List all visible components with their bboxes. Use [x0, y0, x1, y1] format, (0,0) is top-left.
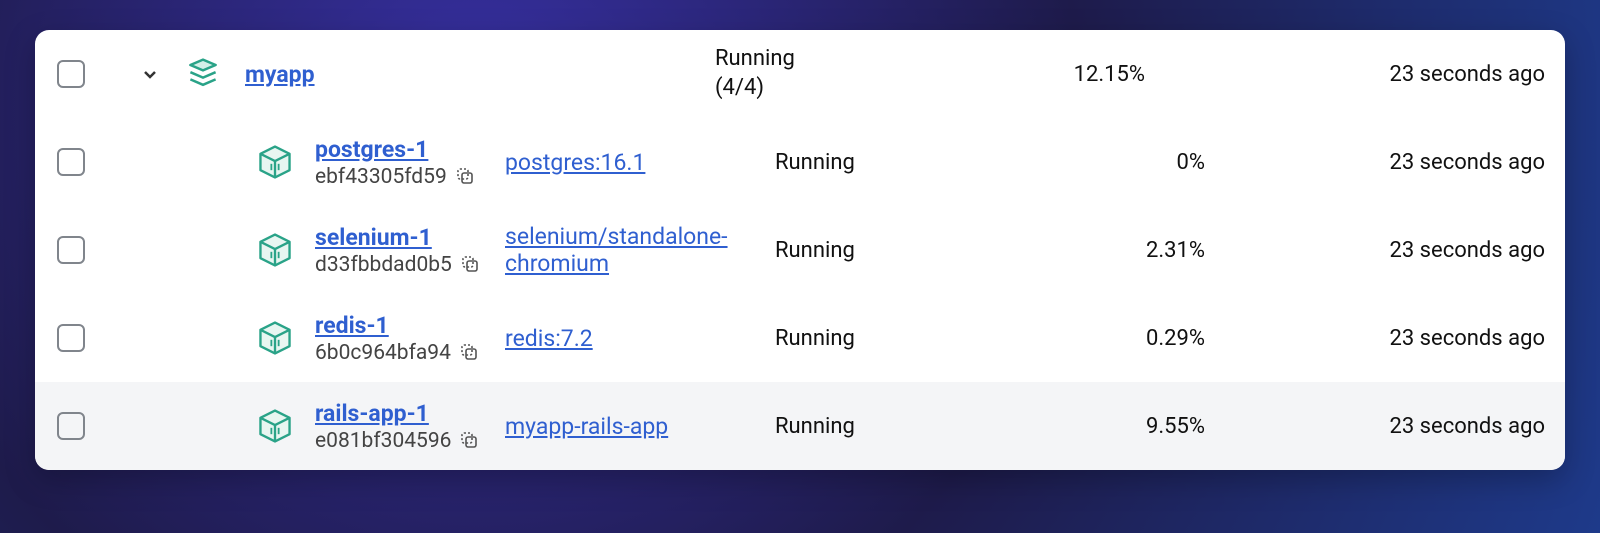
image-link[interactable]: postgres:16.1 — [505, 149, 645, 176]
copy-icon[interactable] — [460, 254, 482, 276]
container-row[interactable]: postgres-1 ebf43305fd59 postgres:16.1 Ru… — [35, 118, 1565, 206]
row-checkbox[interactable] — [57, 60, 85, 88]
created-time: 23 seconds ago — [1205, 238, 1555, 263]
container-icon — [255, 230, 315, 270]
status-text: Running — [775, 150, 1005, 175]
created-time: 23 seconds ago — [1205, 414, 1555, 439]
created-time: 23 seconds ago — [1145, 62, 1555, 87]
status-line1: Running — [715, 45, 795, 74]
stack-icon — [185, 56, 245, 92]
status-text: Running — [775, 326, 1005, 351]
container-name-link[interactable]: rails-app-1 — [315, 400, 481, 427]
row-checkbox[interactable] — [57, 148, 85, 176]
container-row[interactable]: selenium-1 d33fbbdad0b5 selenium/standal… — [35, 206, 1565, 294]
container-name-link[interactable]: postgres-1 — [315, 136, 477, 163]
cpu-usage: 0.29% — [1005, 326, 1205, 351]
container-id: d33fbbdad0b5 — [315, 253, 452, 277]
chevron-down-icon[interactable] — [139, 63, 161, 85]
compose-stack-row[interactable]: myapp Running (4/4) 12.15% 23 seconds ag… — [35, 30, 1565, 118]
status-text: Running — [775, 414, 1005, 439]
container-icon — [255, 406, 315, 446]
status-text: Running — [775, 238, 1005, 263]
container-icon — [255, 142, 315, 182]
cpu-usage: 12.15% — [945, 62, 1145, 87]
cpu-usage: 9.55% — [1005, 414, 1205, 439]
copy-icon[interactable] — [459, 430, 481, 452]
container-name-link[interactable]: redis-1 — [315, 312, 481, 339]
created-time: 23 seconds ago — [1205, 150, 1555, 175]
status-line2: (4/4) — [715, 74, 795, 103]
container-id: e081bf304596 — [315, 429, 451, 453]
stack-name-link[interactable]: myapp — [245, 61, 315, 88]
container-id: ebf43305fd59 — [315, 165, 447, 189]
container-name-link[interactable]: selenium-1 — [315, 224, 482, 251]
container-row[interactable]: rails-app-1 e081bf304596 myapp-rails-app… — [35, 382, 1565, 470]
copy-icon[interactable] — [459, 342, 481, 364]
row-checkbox[interactable] — [57, 324, 85, 352]
status-text: Running (4/4) — [715, 45, 795, 102]
image-link[interactable]: myapp-rails-app — [505, 413, 668, 440]
row-checkbox[interactable] — [57, 412, 85, 440]
cpu-usage: 0% — [1005, 150, 1205, 175]
copy-icon[interactable] — [455, 166, 477, 188]
container-icon — [255, 318, 315, 358]
created-time: 23 seconds ago — [1205, 326, 1555, 351]
containers-card: myapp Running (4/4) 12.15% 23 seconds ag… — [35, 30, 1565, 470]
cpu-usage: 2.31% — [1005, 238, 1205, 263]
container-id: 6b0c964bfa94 — [315, 341, 451, 365]
container-row[interactable]: redis-1 6b0c964bfa94 redis:7.2 Running 0… — [35, 294, 1565, 382]
row-checkbox[interactable] — [57, 236, 85, 264]
image-link[interactable]: redis:7.2 — [505, 325, 593, 352]
image-link[interactable]: selenium/standalone-chromium — [505, 223, 775, 277]
